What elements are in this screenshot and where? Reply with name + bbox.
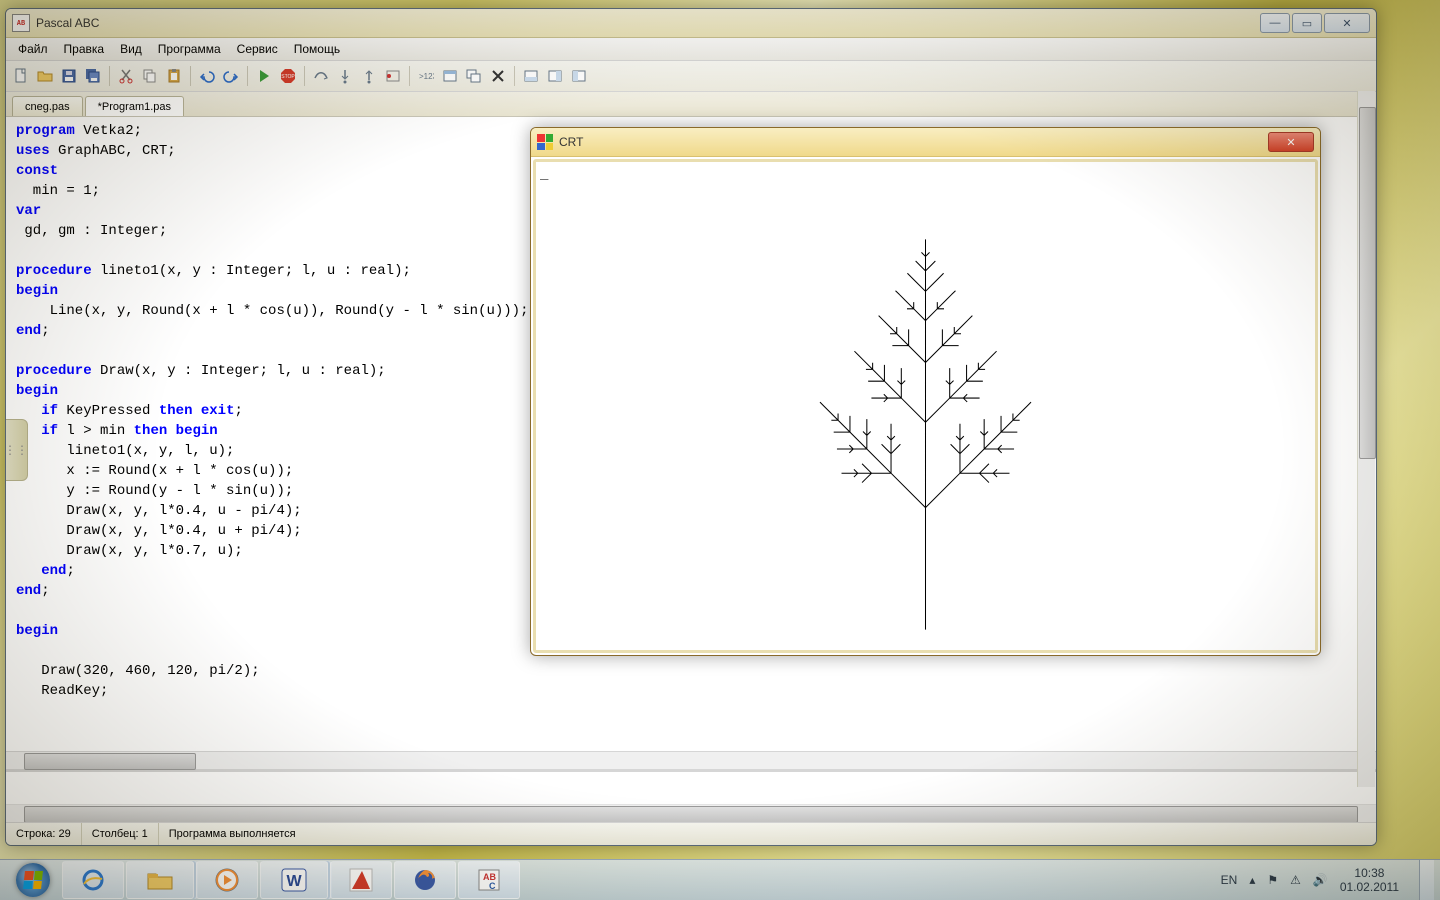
editor-vscrollbar[interactable] xyxy=(1357,91,1375,787)
svg-text:STOP: STOP xyxy=(281,74,295,80)
status-col: Столбец: 1 xyxy=(82,823,159,845)
taskbar[interactable]: W ABC EN ▴ ⚑ ⚠ 🔊 10:38 01.02.2011 xyxy=(0,859,1440,900)
app-icon: AB xyxy=(12,14,30,32)
close-button[interactable]: ✕ xyxy=(1324,13,1370,33)
save-icon[interactable] xyxy=(58,65,80,87)
status-bar: Строка: 29 Столбец: 1 Программа выполняе… xyxy=(6,822,1376,845)
open-file-icon[interactable] xyxy=(34,65,56,87)
watch-icon[interactable]: >123 xyxy=(415,65,437,87)
window2-icon[interactable] xyxy=(463,65,485,87)
minimize-button[interactable]: — xyxy=(1260,13,1290,33)
cut-icon[interactable] xyxy=(115,65,137,87)
start-button[interactable] xyxy=(6,861,60,899)
svg-text:W: W xyxy=(286,873,302,890)
tray-volume-icon[interactable]: 🔊 xyxy=(1313,873,1328,887)
editor-hscrollbar[interactable] xyxy=(6,751,1376,769)
editor-tab[interactable]: *Program1.pas xyxy=(85,96,184,116)
crt-icon xyxy=(537,134,553,150)
output-pane[interactable] xyxy=(6,769,1376,804)
tray-lang[interactable]: EN xyxy=(1221,873,1238,887)
taskbar-explorer-icon[interactable] xyxy=(126,861,194,899)
maximize-button[interactable]: ▭ xyxy=(1292,13,1322,33)
save-all-icon[interactable] xyxy=(82,65,104,87)
tab-bar: cneg.pas*Program1.pas xyxy=(6,92,1376,117)
breakpoint-icon[interactable] xyxy=(382,65,404,87)
panel2-icon[interactable] xyxy=(544,65,566,87)
undo-icon[interactable] xyxy=(196,65,218,87)
side-grip[interactable]: ⋮⋮ xyxy=(5,419,28,481)
crt-cursor: _ xyxy=(540,164,548,180)
crt-close-button[interactable]: ✕ xyxy=(1268,132,1314,152)
titlebar[interactable]: AB Pascal ABC — ▭ ✕ xyxy=(6,9,1376,38)
status-state: Программа выполняется xyxy=(159,823,1376,845)
menu-item[interactable]: Сервис xyxy=(229,39,286,59)
show-desktop-button[interactable] xyxy=(1419,860,1434,900)
tray-up-icon[interactable]: ▴ xyxy=(1249,873,1255,887)
step-over-icon[interactable] xyxy=(310,65,332,87)
tray-date: 01.02.2011 xyxy=(1340,880,1399,894)
menu-item[interactable]: Вид xyxy=(112,39,150,59)
stop-icon[interactable]: STOP xyxy=(277,65,299,87)
menu-item[interactable]: Файл xyxy=(10,39,56,59)
taskbar-firefox-icon[interactable] xyxy=(394,861,456,899)
panel1-icon[interactable] xyxy=(520,65,542,87)
copy-icon[interactable] xyxy=(139,65,161,87)
editor-tab[interactable]: cneg.pas xyxy=(12,96,83,116)
redo-icon[interactable] xyxy=(220,65,242,87)
svg-text:>123: >123 xyxy=(419,72,434,81)
taskbar-pascalabc-icon[interactable]: ABC xyxy=(458,861,520,899)
toolbar: STOP >123 xyxy=(6,61,1376,92)
status-line: Строка: 29 xyxy=(6,823,82,845)
step-out-icon[interactable] xyxy=(358,65,380,87)
tray-net-icon[interactable]: ⚠ xyxy=(1290,873,1301,887)
menu-item[interactable]: Помощь xyxy=(286,39,348,59)
taskbar-media-icon[interactable] xyxy=(196,861,258,899)
panel3-icon[interactable] xyxy=(568,65,590,87)
menu-item[interactable]: Правка xyxy=(56,39,113,59)
taskbar-ie-icon[interactable] xyxy=(62,861,124,899)
crt-window[interactable]: CRT ✕ _ xyxy=(530,127,1321,656)
tray-clock[interactable]: 10:38 01.02.2011 xyxy=(1340,866,1399,894)
taskbar-app1-icon[interactable] xyxy=(330,861,392,899)
svg-text:C: C xyxy=(489,881,496,891)
taskbar-word-icon[interactable]: W xyxy=(260,861,328,899)
system-tray[interactable]: EN ▴ ⚑ ⚠ 🔊 10:38 01.02.2011 xyxy=(1221,860,1434,900)
run-icon[interactable] xyxy=(253,65,275,87)
crt-titlebar[interactable]: CRT ✕ xyxy=(531,128,1320,157)
menu-item[interactable]: Программа xyxy=(150,39,229,59)
crt-title: CRT xyxy=(559,135,1268,149)
paste-icon[interactable] xyxy=(163,65,185,87)
close-x-icon[interactable] xyxy=(487,65,509,87)
crt-canvas: _ xyxy=(533,159,1318,653)
tray-flag-icon[interactable]: ⚑ xyxy=(1267,873,1278,887)
new-file-icon[interactable] xyxy=(10,65,32,87)
output-hscrollbar[interactable] xyxy=(6,804,1376,822)
menu-bar[interactable]: ФайлПравкаВидПрограммаСервисПомощь xyxy=(6,38,1376,61)
window-title: Pascal ABC xyxy=(36,16,1260,30)
tray-time: 10:38 xyxy=(1340,866,1399,880)
window1-icon[interactable] xyxy=(439,65,461,87)
step-into-icon[interactable] xyxy=(334,65,356,87)
